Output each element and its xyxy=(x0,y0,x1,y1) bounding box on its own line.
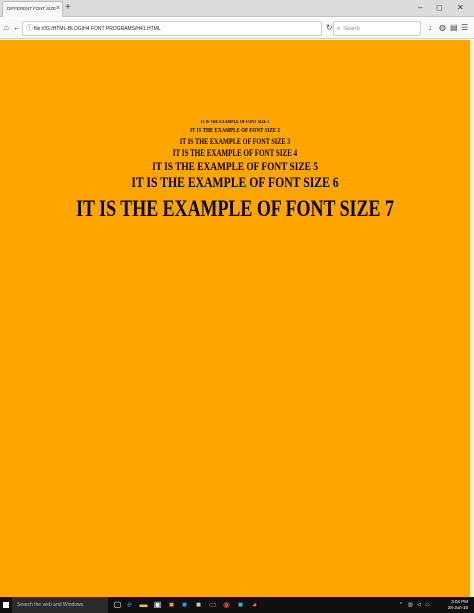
restore-button[interactable]: ◻ xyxy=(436,1,443,15)
tab-title: DIFFERENT FONT SIZE xyxy=(7,6,56,11)
back-icon[interactable]: ← xyxy=(13,23,21,33)
page-content: IT IS THE EXAMPLE OF FONT SIZE 1 IT IS T… xyxy=(0,40,470,597)
task-view-icon[interactable]: ▢ xyxy=(113,600,122,610)
download-icon[interactable]: ↓ xyxy=(428,23,432,33)
address-bar[interactable]: ⓘ file:///G:/HTML-BLOG/H4 FONT PROGRAMS/… xyxy=(22,21,322,36)
url-text: file:///G:/HTML-BLOG/H4 FONT PROGRAMS/H4… xyxy=(34,26,161,32)
app-icon[interactable]: ■ xyxy=(236,600,245,610)
font-size-4-heading: IT IS THE EXAMPLE OF FONT SIZE 4 xyxy=(172,147,298,158)
app-icon[interactable]: ■ xyxy=(167,600,176,610)
reload-icon[interactable]: ↻ xyxy=(326,22,333,34)
search-placeholder: Search xyxy=(344,26,360,32)
font-size-2-heading: IT IS THE EXAMPLE OF FONT SIZE 2 xyxy=(190,127,280,134)
search-bar[interactable]: ⌕ Search xyxy=(333,21,421,36)
font-size-6-heading: IT IS THE EXAMPLE OF FONT SIZE 6 xyxy=(131,174,339,191)
taskbar-search-box[interactable]: Search the web and Windows xyxy=(12,597,108,613)
font-size-3-heading: IT IS THE EXAMPLE OF FONT SIZE 3 xyxy=(179,136,291,146)
firefox-icon[interactable]: ◕ xyxy=(250,600,259,610)
show-hidden-icons-icon[interactable]: ^ xyxy=(400,602,402,608)
taskbar: Search the web and Windows ▢ e ▬ ▣ ■ ■ ■… xyxy=(0,597,474,613)
app-icon[interactable]: ■ xyxy=(180,600,189,610)
taskbar-search-placeholder: Search the web and Windows xyxy=(17,602,84,608)
close-window-button[interactable]: ✕ xyxy=(457,1,464,15)
site-info-icon[interactable]: ⓘ xyxy=(26,23,33,35)
keyboard-icon[interactable]: ▭ xyxy=(425,602,430,608)
file-explorer-icon[interactable]: ▬ xyxy=(139,600,148,610)
chrome-icon[interactable]: ◉ xyxy=(222,600,231,610)
network-icon[interactable]: ▥ xyxy=(408,602,413,608)
windows-logo-icon xyxy=(3,602,9,608)
navigation-bar: ⌂ ← ⓘ file:///G:/HTML-BLOG/H4 FONT PROGR… xyxy=(0,18,474,39)
scrollbar[interactable] xyxy=(470,40,474,597)
app-icon[interactable]: ■ xyxy=(194,600,203,610)
taskbar-clock[interactable]: 3:04 PM 28-Jun-16 xyxy=(448,599,468,611)
font-size-5-heading: IT IS THE EXAMPLE OF FONT SIZE 5 xyxy=(152,158,318,173)
reading-view-icon[interactable]: ▤ xyxy=(450,23,458,33)
minimize-button[interactable]: – xyxy=(418,1,422,15)
browser-tab[interactable]: DIFFERENT FONT SIZE × xyxy=(2,1,63,17)
store-icon[interactable]: ▣ xyxy=(153,600,162,610)
start-button[interactable] xyxy=(0,597,12,613)
tab-close-icon[interactable]: × xyxy=(56,4,60,14)
home-icon[interactable]: ⌂ xyxy=(4,23,9,33)
app-icon[interactable]: ▭ xyxy=(208,600,217,610)
search-icon: ⌕ xyxy=(337,26,341,32)
font-size-1-heading: IT IS THE EXAMPLE OF FONT SIZE 1 xyxy=(200,120,270,125)
edge-icon[interactable]: e xyxy=(125,600,134,610)
font-size-7-heading: IT IS THE EXAMPLE OF FONT SIZE 7 xyxy=(76,195,394,221)
tab-strip: DIFFERENT FONT SIZE × + – ◻ ✕ xyxy=(0,0,474,17)
pocket-icon[interactable]: ◍ xyxy=(439,23,446,33)
menu-icon[interactable]: ☰ xyxy=(461,23,468,33)
clock-date: 28-Jun-16 xyxy=(447,605,468,610)
new-tab-button[interactable]: + xyxy=(65,1,71,15)
volume-icon[interactable]: ◁ xyxy=(417,602,421,608)
